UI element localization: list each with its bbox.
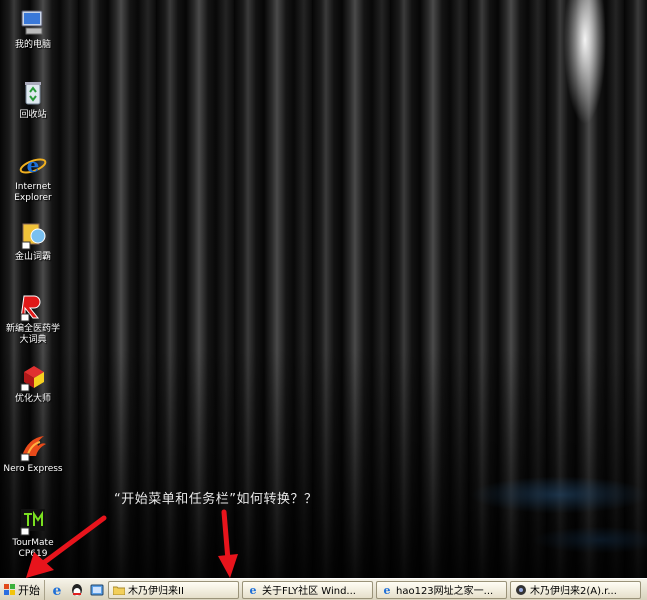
desktop-icon-label: 金山词霸	[14, 252, 51, 262]
nero-express-icon	[20, 436, 46, 462]
red-arrow-to-start-icon	[26, 515, 107, 578]
desktop-icon-internet-explorer[interactable]: e Internet Explorer	[2, 150, 64, 204]
windows-logo-icon	[4, 583, 15, 595]
taskbar: 开始 e 木乃伊归来II e 关于FLY社区 Wind... e hao123网…	[0, 578, 647, 600]
dictionary-icon	[21, 223, 46, 250]
task-label: 木乃伊归来II	[128, 586, 184, 597]
task-label: 关于FLY社区 Wind...	[262, 586, 356, 597]
svg-text:e: e	[53, 583, 62, 598]
taskbar-task-media-player[interactable]: 木乃伊归来2(A).r...	[510, 580, 641, 599]
computer-icon	[21, 10, 43, 35]
desktop-icon-optimizer[interactable]: 优化大师	[2, 362, 64, 405]
desktop-icon-nero-express[interactable]: Nero Express	[2, 432, 64, 475]
desktop-icon-medical-dictionary[interactable]: 新编全医药学 大词典	[2, 292, 64, 346]
red-arrow-to-taskbar-icon	[218, 509, 238, 578]
desktop-icon-label: 回收站	[19, 110, 47, 120]
task-label: 木乃伊归来2(A).r...	[530, 586, 617, 597]
internet-explorer-icon: e	[19, 153, 47, 177]
desktop-icon-recycle-bin[interactable]: 回收站	[2, 78, 64, 121]
taskbar-task-ie-hao123[interactable]: e hao123网址之家一...	[376, 580, 507, 599]
desktop-icon-label: 新编全医药学 大词典	[5, 324, 60, 345]
taskbar-task-folder[interactable]: 木乃伊归来II	[108, 580, 239, 599]
desktop-icon-label: 优化大师	[14, 394, 51, 404]
recycle-bin-icon	[25, 82, 41, 105]
svg-text:e: e	[27, 153, 40, 177]
medical-dictionary-icon	[20, 295, 41, 322]
ie-icon: e	[384, 584, 391, 596]
desktop-wallpaper	[0, 0, 647, 578]
svg-text:e: e	[384, 584, 391, 596]
quicklaunch-ie-icon[interactable]: e	[49, 582, 65, 598]
quicklaunch-show-desktop-icon[interactable]	[89, 582, 105, 598]
ie-icon: e	[250, 584, 257, 596]
taskbar-task-ie-fly[interactable]: e 关于FLY社区 Wind...	[242, 580, 373, 599]
start-button-label: 开始	[18, 583, 40, 597]
desktop-icon-label: Internet Explorer	[14, 182, 52, 203]
optimizer-icon	[20, 366, 44, 392]
task-label: hao123网址之家一...	[396, 586, 494, 597]
annotation-caption: “开始菜单和任务栏”如何转换？？	[114, 492, 318, 507]
start-button[interactable]: 开始	[0, 579, 45, 600]
svg-text:e: e	[250, 584, 257, 596]
quicklaunch-qq-icon[interactable]	[69, 582, 85, 598]
desktop-icon-my-computer[interactable]: 我的电脑	[2, 8, 64, 51]
folder-icon	[113, 586, 125, 595]
media-player-icon	[516, 584, 526, 595]
desktop-icon-label: 我的电脑	[14, 40, 51, 50]
desktop-icon-label: Nero Express	[3, 464, 63, 474]
desktop-icon-kingsoft-dictionary[interactable]: 金山词霸	[2, 220, 64, 263]
